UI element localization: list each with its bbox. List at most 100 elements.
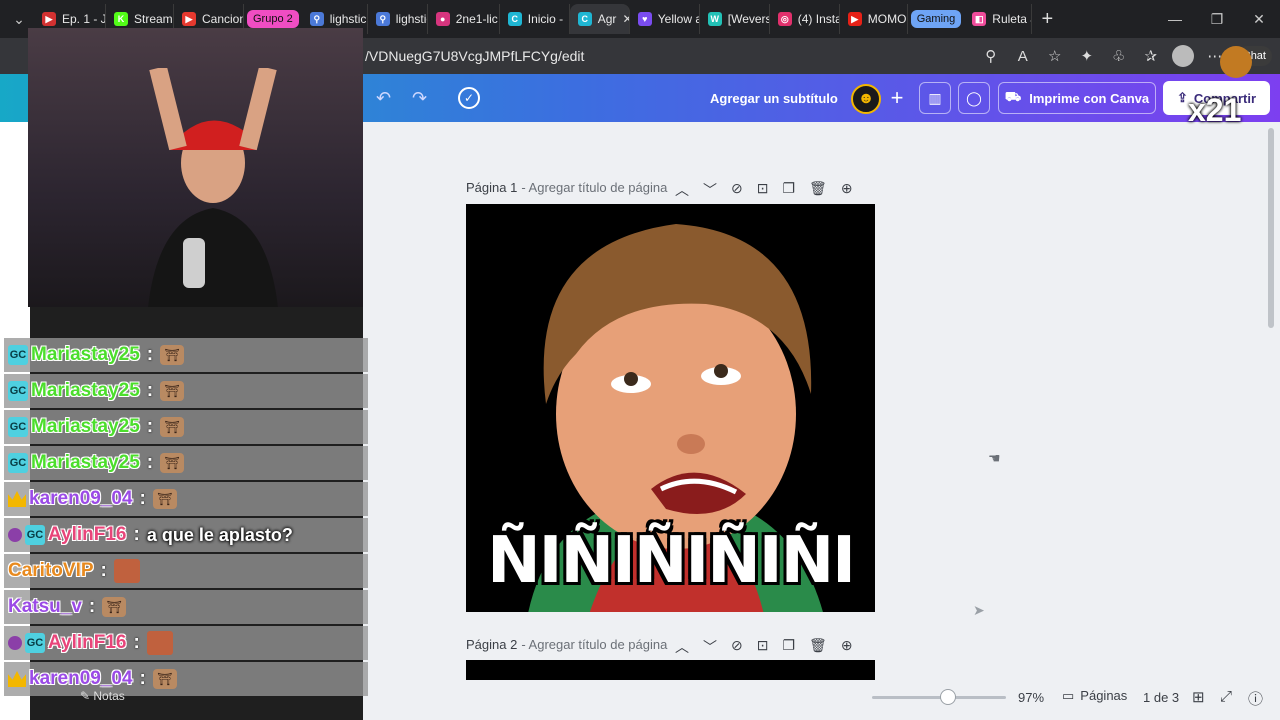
grid-view-icon[interactable]: ⊞	[1192, 688, 1205, 706]
tab-label: [Wevers	[727, 12, 770, 26]
shrine-emote-icon: ⛩	[152, 669, 177, 689]
tab-label: Ruleta a	[992, 12, 1031, 26]
page-up-chevron-icon[interactable]: ︿	[675, 180, 689, 200]
chat-message: GC AylinF16:	[4, 626, 368, 660]
duplicate-page-icon[interactable]: ❐	[782, 180, 795, 200]
page2-thumbnail[interactable]	[466, 660, 875, 680]
chat-separator: :	[139, 488, 146, 509]
print-with-canva-button[interactable]: ⛟ Imprime con Canva	[998, 82, 1156, 114]
chat-message: GC AylinF16: a que le aplasto?	[4, 518, 368, 552]
browser-tab[interactable]: ◧ Ruleta a	[964, 4, 1033, 34]
pages-label: Páginas	[1080, 688, 1128, 703]
favorites-icon[interactable]: ✰	[1137, 42, 1165, 70]
shrine-emote-icon: ⛩	[160, 381, 185, 401]
saved-cloud-icon[interactable]: ✓	[458, 87, 480, 109]
share-upload-icon: ⇪	[1176, 90, 1188, 105]
page-up-chevron-icon[interactable]: ︿	[675, 637, 689, 657]
browser-tab[interactable]: ▶ MOMO	[840, 4, 908, 34]
hide-page-eye-icon[interactable]: ⊘	[731, 180, 743, 200]
notes-button[interactable]: ✎ Notas	[80, 689, 125, 703]
redo-icon[interactable]: ↷	[412, 88, 427, 109]
tab-favicon-icon: ⚲	[375, 12, 390, 26]
extensions-icon[interactable]: ✦	[1073, 42, 1101, 70]
page2-title-input[interactable]: - Agregar título de página	[521, 637, 667, 652]
streamer-figure	[148, 68, 278, 307]
canvas-scrollbar[interactable]	[1268, 128, 1274, 328]
shrine-emote-icon: ⛩	[152, 489, 177, 509]
design-subtitle[interactable]: Agregar un subtítulo	[710, 91, 838, 106]
page2-header: Página 2 - Agregar título de página	[466, 637, 667, 652]
insights-chart-icon[interactable]: ▥	[919, 82, 951, 114]
favorite-star-icon[interactable]: ☆	[1041, 42, 1069, 70]
read-aloud-icon[interactable]: A	[1009, 42, 1037, 70]
add-page-icon[interactable]: ⊕	[841, 180, 853, 200]
browser-tab[interactable]: W [Wevers	[700, 4, 770, 34]
browser-tab[interactable]: ⚲ lighstick	[368, 4, 428, 34]
collaborator-avatar[interactable]: ☻	[851, 84, 881, 114]
tab-label: Agr	[597, 12, 617, 26]
truck-icon: ⛟	[1004, 89, 1022, 104]
chat-separator: :	[88, 596, 96, 617]
zoom-slider-knob[interactable]	[940, 689, 956, 705]
close-window-icon[interactable]: ✕	[1238, 0, 1280, 38]
notes-label: Notas	[93, 689, 125, 703]
browser-tab[interactable]: C Agr ✕	[569, 4, 630, 34]
chat-separator: :	[133, 632, 140, 653]
pages-button[interactable]: ▭ Páginas	[1062, 688, 1127, 704]
crown-badge-icon	[8, 491, 26, 507]
browser-tab[interactable]: ● 2ne1-lic	[428, 4, 500, 34]
comment-icon[interactable]: ◯	[958, 82, 990, 114]
tab-label: MOMO	[867, 12, 907, 26]
tab-label: Inicio -	[527, 12, 564, 26]
tab-label: lighstick	[395, 12, 427, 26]
alert-avatar	[1220, 46, 1252, 78]
chat-separator: :	[139, 668, 146, 689]
shrine-emote-icon: ⛩	[160, 417, 185, 437]
hide-page-eye-icon[interactable]: ⊘	[731, 637, 743, 657]
zoom-slider-track[interactable]	[872, 696, 1006, 699]
new-tab-button[interactable]: +	[1032, 8, 1062, 31]
browser-essentials-icon[interactable]: ♧	[1105, 42, 1133, 70]
delete-page-icon[interactable]: 🗑	[809, 637, 827, 657]
browser-tab[interactable]: ♥ Yellow a	[630, 4, 700, 34]
heart-badge-icon	[8, 528, 22, 542]
page1-tools: ︿ ﹀ ⊘ ⊡ ❐ 🗑 ⊕	[675, 180, 853, 200]
tab-group-grupo2[interactable]: Grupo 2	[247, 10, 299, 28]
tab-favicon-icon: C	[577, 12, 592, 26]
streamer-webcam	[28, 28, 363, 307]
lock-page-icon[interactable]: ⊡	[757, 637, 769, 657]
add-collaborator-button[interactable]: +	[885, 85, 909, 111]
delete-page-icon[interactable]: 🗑	[809, 180, 827, 200]
duplicate-page-icon[interactable]: ❐	[782, 637, 795, 657]
add-page-icon[interactable]: ⊕	[841, 637, 853, 657]
tab-label: 2ne1-lic	[455, 12, 498, 26]
fullscreen-icon[interactable]: ⤢	[1220, 688, 1232, 705]
tab-favicon-icon: ◧	[972, 12, 987, 26]
profile-avatar[interactable]	[1169, 42, 1197, 70]
chat-message: karen09_04: ⛩	[4, 662, 368, 696]
help-icon[interactable]: ⓘ	[1248, 688, 1263, 709]
page2-tools: ︿ ﹀ ⊘ ⊡ ❐ 🗑 ⊕	[675, 637, 853, 657]
tab-favicon-icon: ◎	[777, 12, 792, 26]
restore-icon[interactable]: ❐	[1196, 0, 1238, 38]
shrine-emote-icon: ⛩	[102, 597, 127, 617]
url-text[interactable]: /VDNuegG7U8VcgJMPfLFCYg/edit	[365, 48, 584, 64]
browser-tab[interactable]: ◎ (4) Insta	[770, 4, 840, 34]
chat-message: karen09_04: ⛩	[4, 482, 368, 516]
zoom-icon[interactable]: ⚲	[977, 42, 1005, 70]
browser-tab[interactable]: C Inicio -	[500, 4, 570, 34]
tab-group-gaming[interactable]: Gaming	[910, 10, 962, 28]
chat-message: CaritoVIP:	[4, 554, 368, 588]
undo-icon[interactable]: ↶	[376, 88, 391, 109]
chat-username: AylinF16	[48, 524, 127, 545]
page-down-chevron-icon[interactable]: ﹀	[703, 180, 717, 200]
lock-page-icon[interactable]: ⊡	[757, 180, 769, 200]
page1-title-input[interactable]: - Agregar título de página	[521, 180, 667, 195]
close-tab-icon[interactable]: ✕	[622, 12, 628, 26]
zoom-value[interactable]: 97%	[1018, 690, 1044, 705]
page1-meme-image[interactable]: ÑIÑIÑIÑIÑI	[466, 204, 875, 612]
crown-badge-icon	[8, 671, 26, 687]
stream-chat-overlay: GC Mariastay25: ⛩ GC Mariastay25: ⛩ GC Mariasta…	[4, 328, 368, 696]
minimize-icon[interactable]: —	[1154, 0, 1196, 38]
page-down-chevron-icon[interactable]: ﹀	[703, 637, 717, 657]
